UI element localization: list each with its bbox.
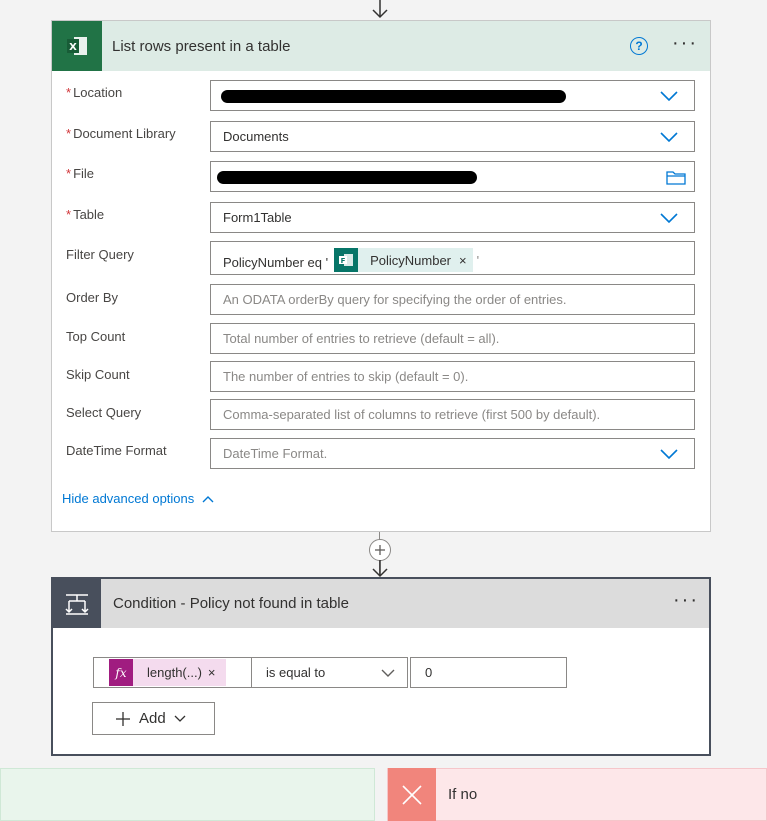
action-title: List rows present in a table: [112, 37, 291, 55]
table-dropdown[interactable]: Form1Table: [210, 202, 695, 233]
required-mark: *: [66, 207, 72, 222]
close-icon: [388, 768, 436, 821]
operator-value: is equal to: [266, 665, 326, 680]
condition-right-operand[interactable]: 0: [410, 657, 567, 688]
filter-query-label: Filter Query: [66, 247, 134, 262]
chevron-down-icon: [660, 449, 678, 460]
connector-arrow-icon: [372, 560, 388, 578]
chevron-down-icon: [381, 669, 395, 677]
add-condition-button[interactable]: Add: [92, 702, 215, 735]
chevron-down-icon: [660, 91, 678, 102]
chevron-up-icon: [202, 495, 214, 502]
condition-card-header[interactable]: Condition - Policy not found in table ··…: [53, 579, 709, 628]
document-library-dropdown[interactable]: Documents: [210, 121, 695, 152]
filter-query-prefix: PolicyNumber eq ': [223, 254, 329, 270]
chevron-down-icon: [660, 213, 678, 224]
datetime-format-placeholder: DateTime Format.: [223, 446, 328, 461]
excel-icon: X: [52, 21, 102, 71]
expression-token[interactable]: fx length(...) ×: [109, 659, 226, 686]
token-label: PolicyNumber: [370, 252, 452, 268]
condition-card: Condition - Policy not found in table ··…: [51, 577, 711, 756]
svg-text:X: X: [69, 42, 77, 53]
if-no-branch[interactable]: If no: [387, 768, 767, 821]
location-dropdown[interactable]: [210, 80, 695, 111]
hide-advanced-label: Hide advanced options: [62, 491, 195, 506]
svg-text:F: F: [341, 257, 346, 265]
datetime-format-label: DateTime Format: [66, 443, 167, 458]
filter-query-input[interactable]: PolicyNumber eq ' F PolicyNumber × ': [210, 241, 695, 275]
table-label: * Table: [66, 207, 105, 222]
connector-arrow-icon: [372, 0, 388, 19]
help-icon[interactable]: ?: [630, 37, 648, 55]
folder-icon[interactable]: [666, 169, 686, 185]
top-count-input[interactable]: Total number of entries to retrieve (def…: [210, 323, 695, 354]
document-library-value: Documents: [223, 129, 289, 144]
select-query-input[interactable]: Comma-separated list of columns to retri…: [210, 399, 695, 430]
filter-query-suffix: ': [476, 252, 480, 268]
plus-icon: [116, 711, 130, 726]
remove-token-icon[interactable]: ×: [459, 253, 473, 268]
condition-title: Condition - Policy not found in table: [113, 595, 349, 612]
redacted-location: [221, 90, 566, 103]
order-by-label: Order By: [66, 290, 119, 305]
select-query-label: Select Query: [66, 405, 142, 420]
skip-count-label: Skip Count: [66, 367, 130, 382]
insert-step-plus-icon[interactable]: [369, 539, 391, 561]
document-library-label: * Document Library: [66, 126, 176, 141]
chevron-down-icon: [174, 715, 186, 722]
chevron-down-icon: [660, 132, 678, 143]
if-no-label: If no: [448, 786, 478, 803]
hide-advanced-options-link[interactable]: Hide advanced options: [62, 491, 214, 506]
file-label: * File: [66, 166, 95, 181]
skip-count-input[interactable]: The number of entries to skip (default =…: [210, 361, 695, 392]
dynamic-content-token[interactable]: F PolicyNumber ×: [334, 248, 473, 272]
required-mark: *: [66, 85, 72, 100]
add-label: Add: [139, 710, 166, 727]
list-rows-action-card: X List rows present in a table ? ··· * Lo…: [51, 20, 711, 532]
expression-label: length(...): [147, 665, 202, 680]
file-picker[interactable]: [210, 161, 695, 192]
condition-operator-dropdown[interactable]: is equal to: [251, 657, 408, 688]
table-value: Form1Table: [223, 210, 292, 225]
remove-expression-icon[interactable]: ×: [208, 665, 226, 680]
required-mark: *: [66, 166, 72, 181]
forms-icon: F: [334, 248, 359, 272]
if-yes-branch[interactable]: [0, 768, 375, 821]
redacted-file: [217, 171, 477, 184]
condition-left-operand[interactable]: fx length(...) ×: [93, 657, 252, 688]
order-by-input[interactable]: An ODATA orderBy query for specifying th…: [210, 284, 695, 315]
datetime-format-dropdown[interactable]: DateTime Format.: [210, 438, 695, 469]
more-options-icon[interactable]: ···: [673, 590, 699, 610]
fx-icon: fx: [109, 659, 133, 686]
more-options-icon[interactable]: ···: [672, 33, 698, 53]
location-label: * Location: [66, 85, 123, 100]
required-mark: *: [66, 126, 72, 141]
top-count-label: Top Count: [66, 329, 126, 344]
right-operand-value: 0: [425, 665, 433, 680]
action-card-header[interactable]: X List rows present in a table ? ···: [52, 21, 710, 71]
condition-icon: [53, 579, 101, 628]
